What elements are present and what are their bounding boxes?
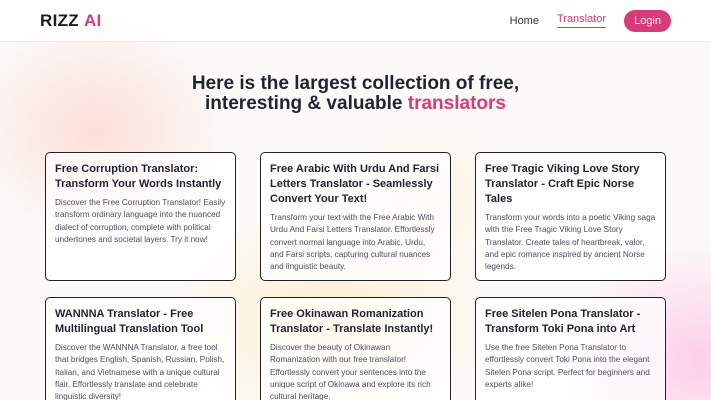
translator-card-corruption[interactable]: Free Corruption Translator: Transform Yo…	[45, 152, 236, 281]
hero-line2-accent: translators	[407, 93, 506, 114]
site-header: RIZZ AI Home Translator Login	[0, 0, 711, 42]
card-description: Transform your text with the Free Arabic…	[270, 213, 435, 272]
logo-accent: AI	[83, 10, 102, 30]
nav-home-link[interactable]: Home	[510, 15, 539, 27]
translator-card-arabic-urdu-farsi[interactable]: Free Arabic With Urdu And Farsi Letters …	[260, 152, 451, 281]
card-description: Use the free Sitelen Pona Translator to …	[485, 343, 650, 389]
translator-card-sitelen-pona[interactable]: Free Sitelen Pona Translator - Transform…	[475, 297, 666, 400]
card-description: Discover the Free Corruption Translator!…	[55, 198, 226, 244]
card-description: Transform your words into a poetic Vikin…	[485, 213, 656, 272]
card-title: Free Tragic Viking Love Story Translator…	[485, 163, 640, 205]
card-title: WANNNA Translator - Free Multilingual Tr…	[55, 308, 204, 335]
hero-line1: Here is the largest collection of free,	[191, 73, 520, 94]
translator-card-viking-love-story[interactable]: Free Tragic Viking Love Story Translator…	[475, 152, 666, 281]
translator-card-wannna[interactable]: WANNNA Translator - Free Multilingual Tr…	[45, 297, 236, 400]
card-title: Free Arabic With Urdu And Farsi Letters …	[270, 163, 439, 205]
translator-card-okinawan-romanization[interactable]: Free Okinawan Romanization Translator - …	[260, 297, 451, 400]
card-description: Discover the beauty of Okinawan Romaniza…	[270, 343, 431, 400]
nav-translator-link[interactable]: Translator	[556, 13, 607, 28]
hero-line2-prefix: interesting & valuable	[205, 93, 403, 114]
login-button[interactable]: Login	[624, 9, 671, 32]
logo-main: RIZZ	[40, 10, 79, 30]
card-description: Discover the WANNNA Translator, a free t…	[55, 343, 225, 400]
card-title: Free Sitelen Pona Translator - Transform…	[485, 308, 641, 335]
card-title: Free Corruption Translator: Transform Yo…	[55, 163, 222, 190]
logo[interactable]: RIZZ AI	[40, 11, 102, 31]
page-title: Here is the largest collection of free, …	[0, 74, 711, 114]
card-title: Free Okinawan Romanization Translator - …	[270, 308, 434, 335]
main-nav: Home Translator Login	[510, 9, 671, 32]
